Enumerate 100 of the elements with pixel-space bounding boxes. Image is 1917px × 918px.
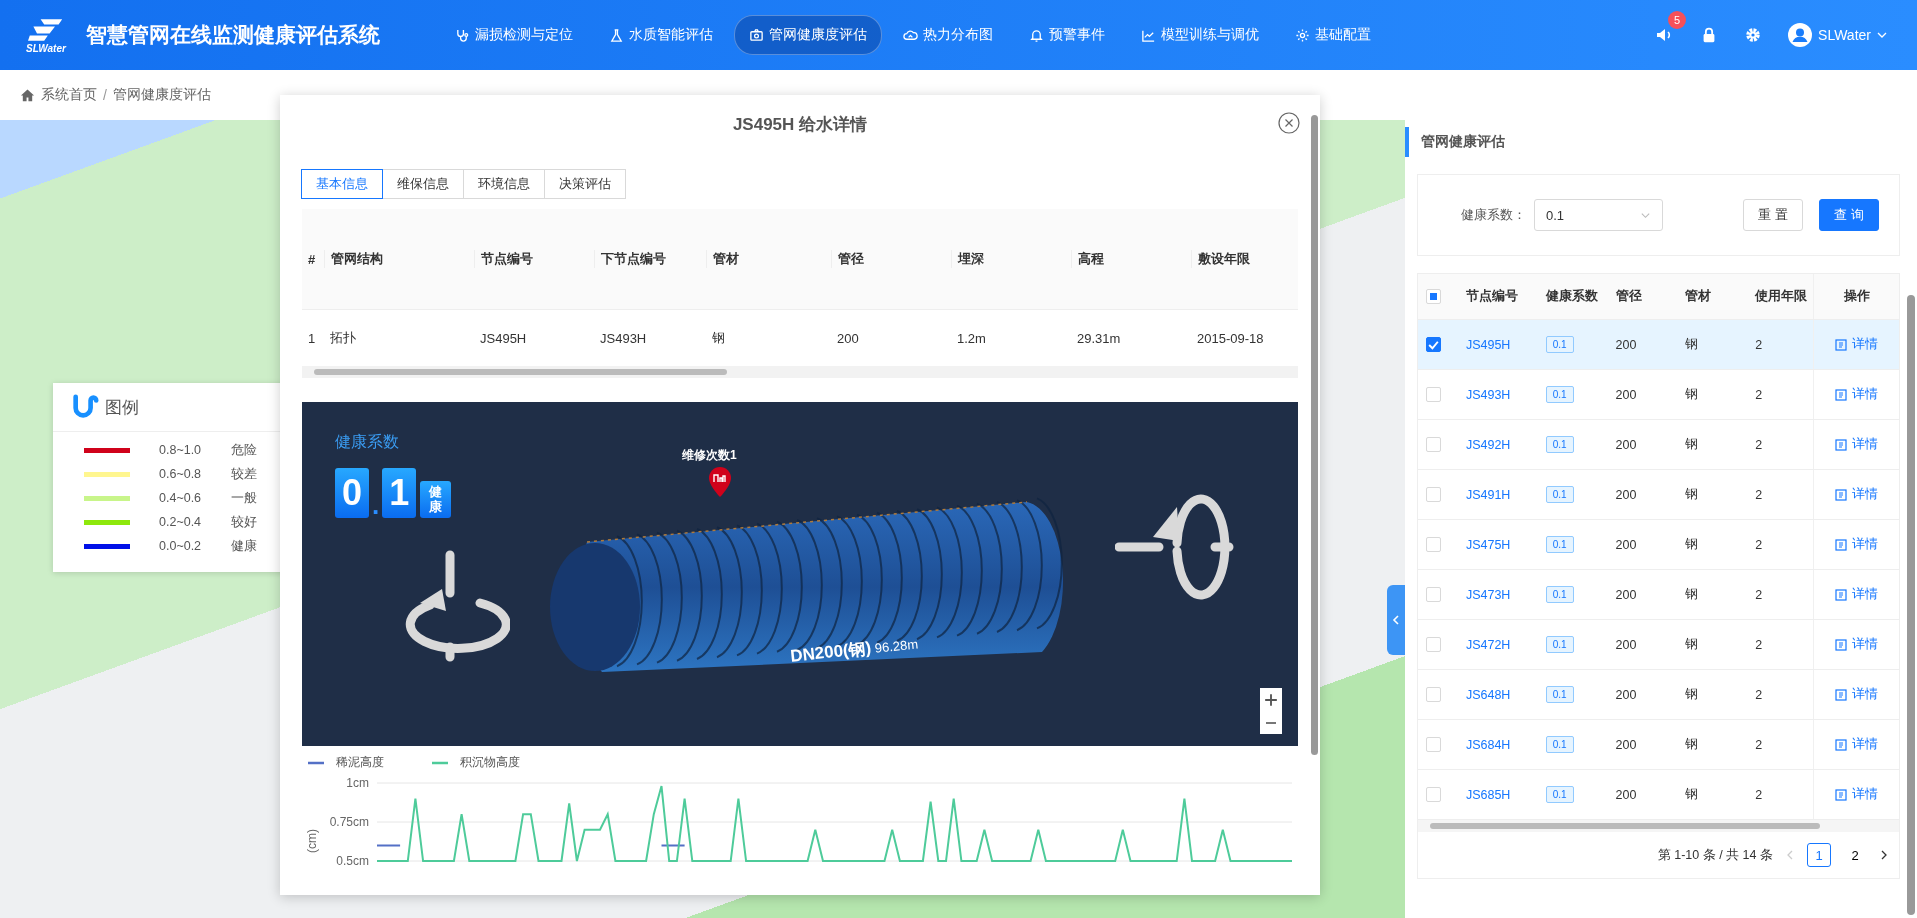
vertical-scrollbar[interactable] (1907, 295, 1915, 915)
table-cell-text: 1.2m (956, 330, 987, 346)
legend-line-icon (432, 760, 448, 765)
chart-legend-item[interactable]: 积沉物高度 (432, 754, 520, 771)
node-link[interactable]: JS475H (1465, 537, 1511, 552)
column-header: 操作 (1813, 274, 1899, 319)
detail-link[interactable]: 详情 (1835, 636, 1879, 653)
document-icon (1835, 488, 1848, 501)
table-row[interactable]: JS475H 0.1 200 钢 2 详情 (1418, 520, 1899, 570)
pipe-label: DN200(钢) 96.28m (789, 635, 920, 668)
node-link[interactable]: JS685H (1465, 787, 1511, 802)
filter-label: 健康系数： (1461, 206, 1526, 224)
table-row[interactable]: JS492H 0.1 200 钢 2 详情 (1418, 420, 1899, 470)
page-button[interactable]: 1 (1807, 843, 1831, 867)
detail-link[interactable]: 详情 (1835, 586, 1879, 603)
table-cell-text: 钢 (711, 329, 726, 347)
detail-link[interactable]: 详情 (1835, 436, 1879, 453)
table-row[interactable]: JS684H 0.1 200 钢 2 详情 (1418, 720, 1899, 770)
close-icon[interactable] (1278, 112, 1300, 134)
table-row[interactable]: JS491H 0.1 200 钢 2 详情 (1418, 470, 1899, 520)
detail-link[interactable]: 详情 (1835, 386, 1879, 403)
logo-icon (71, 393, 99, 421)
stethoscope-icon (455, 27, 470, 43)
vertical-scrollbar[interactable] (1311, 115, 1318, 755)
next-page-icon[interactable] (1879, 850, 1889, 860)
legend-label: 一般 (231, 489, 257, 507)
node-link[interactable]: JS492H (1465, 437, 1511, 452)
table-cell: 200 (1615, 437, 1637, 452)
column-header: 节点编号 (474, 250, 594, 268)
tab[interactable]: 维保信息 (382, 169, 464, 199)
dialog-title: JS495H 给水详情 (732, 114, 868, 136)
nav-item[interactable]: 预警事件 (1014, 15, 1120, 55)
tab[interactable]: 基本信息 (301, 169, 383, 199)
table-row[interactable]: JS648H 0.1 200 钢 2 详情 (1418, 670, 1899, 720)
nav-item[interactable]: 热力分布图 (888, 15, 1008, 55)
reset-button[interactable]: 重 置 (1743, 199, 1803, 231)
document-icon (1835, 788, 1848, 801)
minus-icon (1264, 721, 1278, 724)
nav-item[interactable]: 漏损检测与定位 (440, 15, 588, 55)
detail-link[interactable]: 详情 (1835, 736, 1879, 753)
detail-link[interactable]: 详情 (1835, 336, 1879, 353)
table-cell: 2 (1755, 787, 1763, 802)
column-header: 高程 (1071, 250, 1191, 268)
column-header: 管材 (706, 250, 831, 268)
column-header: 管网结构 (324, 250, 474, 268)
column-header: 管径 (831, 250, 951, 268)
map-pin-icon[interactable] (708, 466, 732, 498)
table-cell: 钢 (1685, 436, 1699, 453)
legend-range: 0.0~0.2 (159, 539, 203, 553)
node-link[interactable]: JS493H (1465, 387, 1511, 402)
table-cell: 2 (1755, 537, 1763, 552)
table-cell-text: 29.31m (1076, 330, 1122, 346)
nav-item[interactable]: 管网健康度评估 (734, 15, 882, 55)
previous-page-icon[interactable] (1785, 850, 1795, 860)
app-title: 智慧管网在线监测健康评估系统 (86, 22, 380, 48)
legend-range: 0.4~0.6 (159, 491, 203, 505)
table-row[interactable]: JS473H 0.1 200 钢 2 详情 (1418, 570, 1899, 620)
node-link[interactable]: JS495H (1465, 337, 1511, 352)
chart-legend-item[interactable]: 稀泥高度 (308, 754, 384, 771)
table-row[interactable]: JS495H 0.1 200 钢 2 详情 (1418, 320, 1899, 370)
tab[interactable]: 环境信息 (463, 169, 545, 199)
tab[interactable]: 决策评估 (544, 169, 626, 199)
query-button[interactable]: 查 询 (1819, 199, 1879, 231)
health-select[interactable]: 0.1 (1534, 199, 1663, 231)
table-row[interactable]: JS493H 0.1 200 钢 2 详情 (1418, 370, 1899, 420)
node-link[interactable]: JS473H (1465, 587, 1511, 602)
detail-link[interactable]: 详情 (1835, 486, 1879, 503)
nav-item[interactable]: 水质智能评估 (594, 15, 728, 55)
select-all-checkbox[interactable] (1426, 289, 1441, 304)
notification-badge: 5 (1668, 11, 1687, 29)
table-cell: 钢 (1685, 336, 1699, 353)
table-row[interactable]: JS472H 0.1 200 钢 2 详情 (1418, 620, 1899, 670)
horizontal-scrollbar[interactable] (302, 366, 1298, 378)
column-header: 埋深 (951, 250, 1071, 268)
plus-icon (1264, 692, 1278, 707)
row-checkbox[interactable] (1426, 337, 1441, 352)
table-cell-text: JS495H (479, 330, 528, 346)
document-icon (1835, 638, 1848, 651)
node-link[interactable]: JS472H (1465, 637, 1511, 652)
node-link[interactable]: JS684H (1465, 737, 1511, 752)
node-link[interactable]: JS648H (1465, 687, 1511, 702)
nav-item[interactable]: 基础配置 (1280, 15, 1386, 55)
pagination-summary: 第 1-10 条 / 共 14 条 (1657, 846, 1773, 864)
detail-link[interactable]: 详情 (1835, 786, 1879, 803)
health-tag: 0.1 (1545, 786, 1574, 803)
legend-range: 0.8~1.0 (159, 443, 203, 457)
node-link[interactable]: JS491H (1465, 487, 1511, 502)
table-cell: 钢 (1685, 636, 1699, 653)
health-tag: 0.1 (1545, 686, 1574, 703)
table-cell: 200 (1615, 487, 1637, 502)
column-header: 使用年限 (1753, 288, 1809, 305)
document-icon (1835, 738, 1848, 751)
collapse-button[interactable] (1387, 585, 1405, 655)
detail-link[interactable]: 详情 (1835, 536, 1879, 553)
detail-link[interactable]: 详情 (1835, 686, 1879, 703)
nav-item[interactable]: 模型训练与调优 (1126, 15, 1274, 55)
table-cell: 钢 (1685, 686, 1699, 703)
breadcrumb-item[interactable]: 系统首页 (41, 86, 97, 104)
user-menu[interactable]: SLWater (1788, 23, 1887, 47)
horizontal-scrollbar[interactable] (1418, 820, 1899, 832)
